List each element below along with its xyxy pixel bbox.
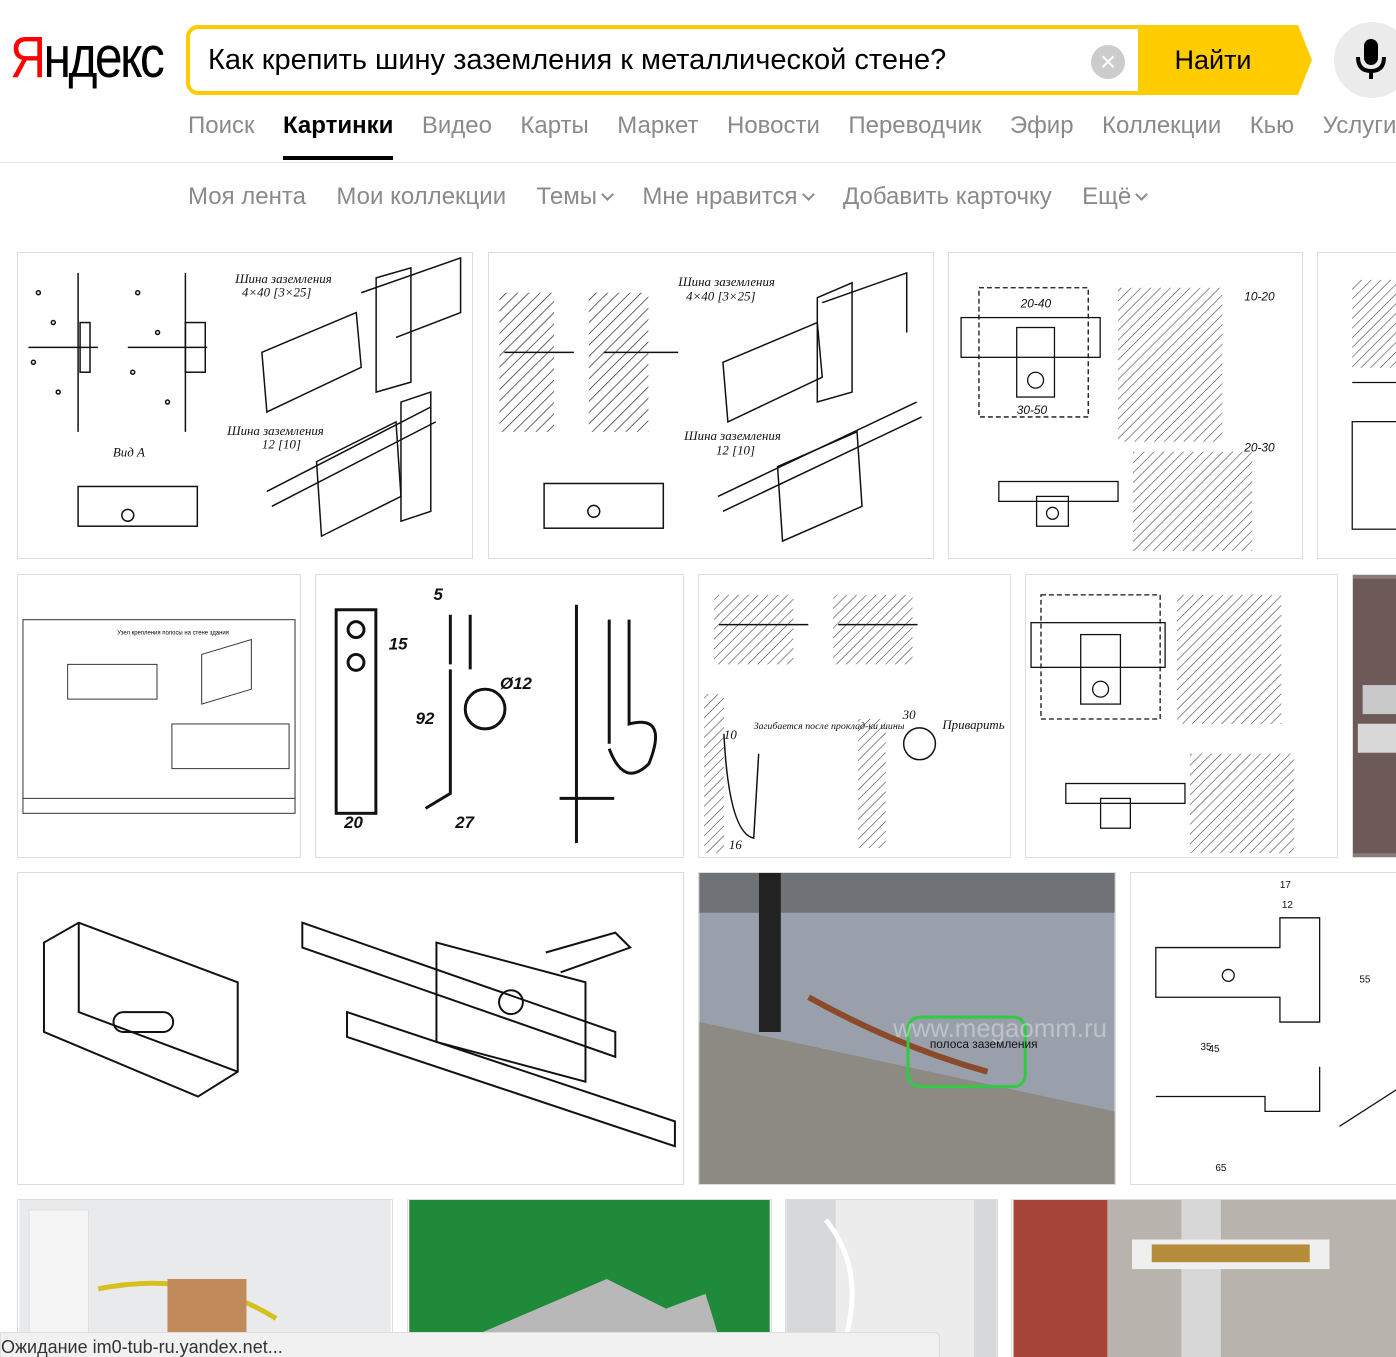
yandex-logo[interactable]: Яндекс: [10, 20, 165, 96]
bend-label: Загибается после проклад-ки шины: [754, 721, 905, 732]
image-result-1[interactable]: Шина заземления 4×40 [3×25] Шина заземле…: [17, 252, 473, 559]
dim-label: 16: [729, 838, 742, 852]
grounding-drawing-image: [1030, 594, 1295, 854]
search-input[interactable]: [208, 29, 1068, 91]
dim-label: 10: [724, 728, 737, 742]
dim-label: 20-30: [1243, 441, 1275, 455]
bus-size: 4×40 [3×25]: [242, 285, 311, 300]
bracket-drawing-image: 17 12 45 65 35 55: [1155, 880, 1396, 1174]
more-label: Ещё: [1082, 183, 1132, 210]
microphone-button[interactable]: [1334, 22, 1396, 98]
image-result-6[interactable]: 5 15 92 20 27 Ø12: [315, 574, 684, 858]
dim-label: 55: [1359, 974, 1371, 985]
microphone-icon: [1356, 39, 1386, 79]
bus-size-2: 12 [10]: [262, 437, 301, 452]
themes-label: Темы: [536, 183, 597, 210]
logo-first-letter: Я: [10, 25, 46, 90]
service-translate[interactable]: Переводчик: [848, 112, 981, 140]
dim-label: 15: [389, 634, 408, 653]
page: Яндекс × Найти Поиск Картинки Видео Карт…: [0, 0, 1396, 1357]
logo-rest: ндекс: [43, 25, 164, 90]
dim-label: 65: [1215, 1163, 1227, 1174]
service-video[interactable]: Видео: [422, 112, 492, 140]
service-uslugi[interactable]: Услуги: [1323, 112, 1396, 140]
grounding-drawing-image: Шина заземления 4×40 [3×25] Шина заземле…: [499, 271, 922, 543]
images-subnav: Моя лента Мои коллекции Темы Мне нравитс…: [188, 183, 1172, 211]
bus-label-2: Шина заземления: [683, 428, 781, 443]
dim-label: 35: [1201, 1042, 1213, 1053]
photo-image: [1353, 578, 1396, 854]
service-market[interactable]: Маркет: [617, 112, 698, 140]
service-images[interactable]: Картинки: [282, 112, 394, 160]
clear-search-icon[interactable]: ×: [1091, 45, 1125, 79]
strip-label: полоса заземления: [930, 1037, 1038, 1051]
image-result-10[interactable]: 17 12 45 65 35 55: [1130, 872, 1396, 1185]
dim-label: 92: [416, 709, 435, 728]
grounding-drawing-image: Загибается после проклад-ки шины Привари…: [704, 594, 1005, 854]
image-result-2[interactable]: Шина заземления 4×40 [3×25] Шина заземле…: [488, 252, 934, 559]
grounding-drawing-image: 5 15 92 20 27 Ø12: [334, 585, 658, 844]
service-news[interactable]: Новости: [727, 112, 820, 140]
grounding-strip-photo: www.megaomm.ru полоса заземления: [699, 873, 1115, 1184]
bracket-drawing-image: [42, 921, 676, 1148]
image-result-5[interactable]: Узел крепления полосы на стене здания: [17, 574, 301, 858]
image-result-7[interactable]: Загибается после проклад-ки шины Привари…: [698, 574, 1011, 858]
chevron-down-icon: [801, 188, 815, 201]
bus-label: Шина заземления: [677, 274, 775, 289]
dim-label: 27: [454, 813, 475, 832]
search-box: × Найти: [186, 25, 1312, 95]
image-result-photo-6[interactable]: [1011, 1199, 1396, 1357]
likes-dropdown[interactable]: Мне нравится: [642, 183, 815, 211]
more-dropdown[interactable]: Ещё: [1082, 183, 1149, 211]
image-result-photo-2[interactable]: www.megaomm.ru полоса заземления: [698, 872, 1116, 1185]
bus-label: Шина заземления: [234, 271, 332, 286]
grounding-drawing-image: Шина заземления 4×40 [3×25] Шина заземле…: [28, 256, 462, 538]
drawing-title: Узел крепления полосы на стене здания: [117, 631, 229, 637]
dim-label: 12: [1282, 900, 1294, 911]
chevron-down-icon: [1135, 188, 1149, 201]
service-collections[interactable]: Коллекции: [1102, 112, 1221, 140]
image-result-9[interactable]: [17, 872, 684, 1185]
my-collections-link[interactable]: Мои коллекции: [336, 183, 506, 211]
likes-label: Мне нравится: [642, 183, 798, 210]
service-efir[interactable]: Эфир: [1010, 112, 1074, 140]
dim-label: Ø12: [500, 674, 533, 693]
find-button[interactable]: Найти: [1138, 25, 1312, 95]
dim-label: 20-40: [1020, 297, 1052, 311]
add-card-link[interactable]: Добавить карточку: [843, 183, 1052, 211]
search-frame: ×: [186, 25, 1146, 95]
grounding-drawing-image: 20-40 30-50 10-20 20-30: [960, 287, 1275, 552]
service-q[interactable]: Кью: [1250, 112, 1294, 140]
bus-label-2: Шина заземления: [226, 423, 324, 438]
weld-label: Приварить: [941, 718, 1004, 732]
view-label: Вид А: [113, 445, 145, 460]
service-maps[interactable]: Карты: [520, 112, 588, 140]
dim-label: 10-20: [1244, 290, 1275, 304]
service-search[interactable]: Поиск: [188, 112, 255, 140]
chevron-down-icon: [601, 188, 614, 201]
image-result-8[interactable]: [1025, 574, 1338, 858]
bus-size: 4×40 [3×25]: [686, 289, 755, 304]
browser-status-bar: Ожидание im0-tub-ru.yandex.net...: [0, 1332, 940, 1357]
services-nav: Поиск Картинки Видео Карты Маркет Новост…: [188, 112, 1396, 160]
image-result-4[interactable]: [1317, 252, 1396, 559]
header-divider: [0, 162, 1396, 163]
dim-label: 30: [902, 708, 916, 722]
dim-label: 5: [433, 585, 443, 604]
technical-drawing-image: Узел крепления полосы на стене здания: [22, 619, 296, 814]
bus-size-2: 12 [10]: [716, 443, 755, 458]
image-result-photo-1[interactable]: [1352, 574, 1396, 858]
my-feed-link[interactable]: Моя лента: [188, 183, 306, 211]
dim-label: 20: [343, 813, 363, 832]
grounding-drawing-image: [1351, 279, 1396, 530]
photo-image: [1013, 1200, 1396, 1357]
dim-label: 30-50: [1017, 403, 1048, 417]
dim-label: 17: [1280, 880, 1292, 891]
image-result-3[interactable]: 20-40 30-50 10-20 20-30: [948, 252, 1303, 559]
themes-dropdown[interactable]: Темы: [536, 183, 614, 211]
